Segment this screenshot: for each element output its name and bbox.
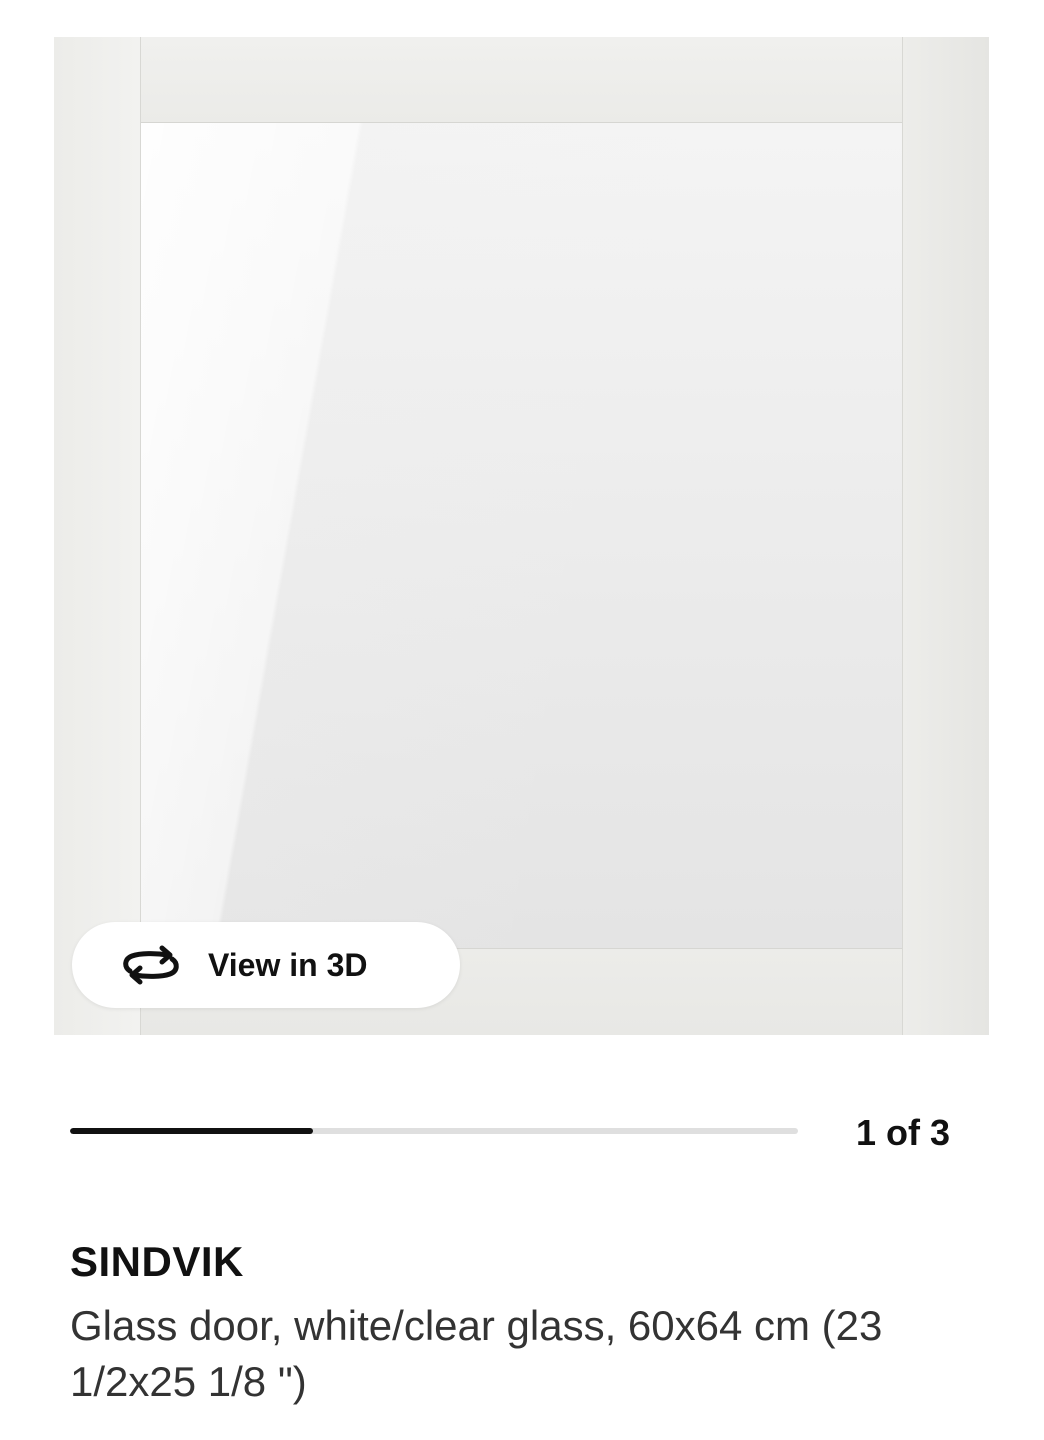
view-in-3d-label: View in 3D: [208, 946, 368, 983]
door-glass-pane: [141, 123, 902, 948]
product-name: SINDVIK: [70, 1238, 244, 1285]
door-frame-right: [902, 37, 989, 1035]
view-in-3d-button[interactable]: View in 3D: [72, 922, 460, 1008]
carousel-progress-fill: [70, 1128, 313, 1134]
rotate-3d-icon: [120, 945, 182, 985]
door-frame-top: [140, 37, 903, 123]
product-description: Glass door, white/clear glass, 60x64 cm …: [70, 1302, 883, 1405]
slide-counter: 1 of 3: [855, 1112, 950, 1153]
product-image[interactable]: [54, 37, 989, 1035]
door-frame-left: [54, 37, 141, 1035]
carousel-progress-bar: [70, 1128, 798, 1134]
